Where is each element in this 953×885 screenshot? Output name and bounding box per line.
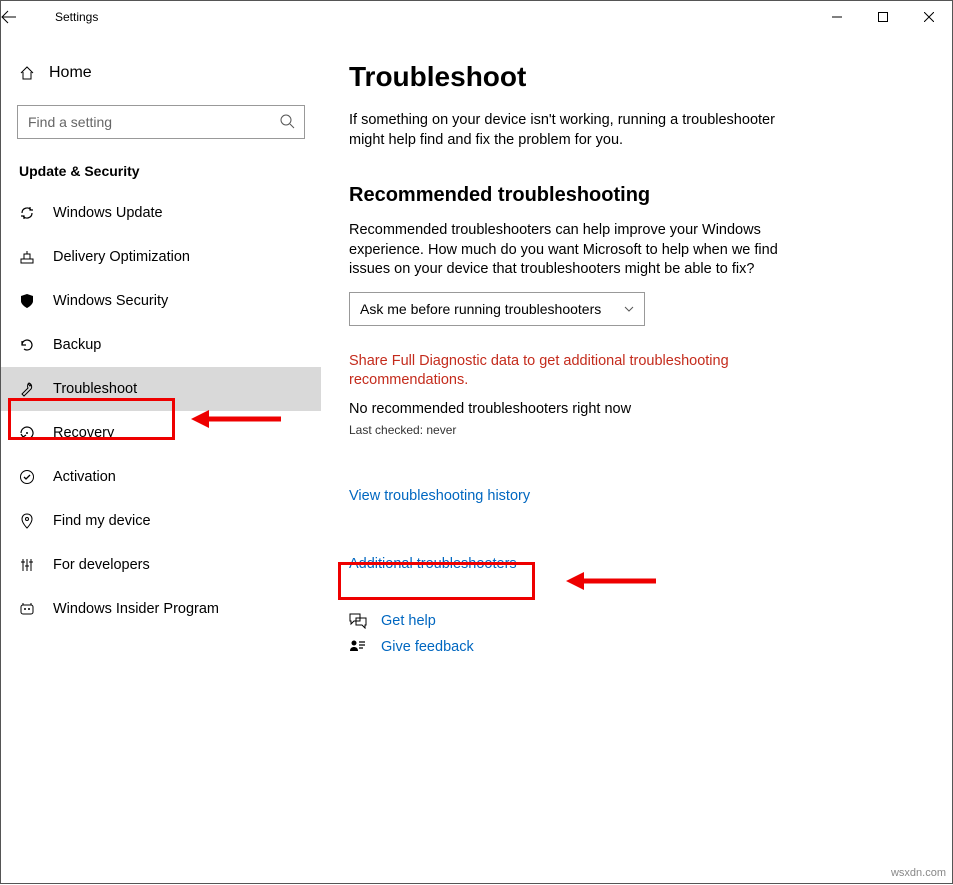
shield-icon [19,293,53,309]
recovery-icon [19,425,53,441]
sidebar-item-troubleshoot[interactable]: Troubleshoot [1,367,321,411]
home-label: Home [49,64,92,82]
additional-troubleshooters-link[interactable]: Additional troubleshooters [349,556,517,572]
chevron-down-icon [624,306,634,312]
close-button[interactable] [906,1,952,33]
sidebar-item-label: Troubleshoot [53,381,137,397]
intro-text: If something on your device isn't workin… [349,111,809,150]
window-title: Settings [49,10,98,24]
home-icon [19,65,49,81]
home-nav[interactable]: Home [1,51,321,95]
view-history-link[interactable]: View troubleshooting history [349,488,530,504]
sidebar-item-backup[interactable]: Backup [1,323,321,367]
section-header: Update & Security [1,157,321,191]
recommended-desc: Recommended troubleshooters can help imp… [349,221,809,280]
sidebar-item-label: Find my device [53,513,151,529]
minimize-button[interactable] [814,1,860,33]
location-icon [19,513,53,529]
get-help-link[interactable]: Get help [381,613,436,629]
backup-icon [19,337,53,353]
diagnostic-warning: Share Full Diagnostic data to get additi… [349,352,789,391]
sidebar-item-find-my-device[interactable]: Find my device [1,499,321,543]
maximize-button[interactable] [860,1,906,33]
search-wrap [17,105,305,139]
feedback-icon [349,639,367,655]
sidebar-item-delivery-optimization[interactable]: Delivery Optimization [1,235,321,279]
sidebar-item-windows-security[interactable]: Windows Security [1,279,321,323]
insider-icon [19,601,53,617]
delivery-icon [19,249,53,265]
sidebar-item-label: Delivery Optimization [53,249,190,265]
sidebar-item-for-developers[interactable]: For developers [1,543,321,587]
sidebar-item-label: Activation [53,469,116,485]
wrench-icon [19,381,53,397]
sidebar-item-windows-insider[interactable]: Windows Insider Program [1,587,321,631]
sidebar-item-label: Windows Security [53,293,168,309]
search-input[interactable] [17,105,305,139]
dropdown-value: Ask me before running troubleshooters [360,301,601,317]
give-feedback-link[interactable]: Give feedback [381,639,474,655]
update-icon [19,205,53,221]
sidebar-item-activation[interactable]: Activation [1,455,321,499]
no-recommended-text: No recommended troubleshooters right now [349,401,918,417]
get-help-row[interactable]: Get help [349,613,918,629]
give-feedback-row[interactable]: Give feedback [349,639,918,655]
content-pane: Troubleshoot If something on your device… [321,33,952,885]
developer-icon [19,557,53,573]
back-button[interactable] [1,10,49,24]
sidebar-item-windows-update[interactable]: Windows Update [1,191,321,235]
chat-icon [349,613,367,629]
sidebar-item-label: For developers [53,557,150,573]
titlebar: Settings [1,1,952,33]
watermark: wsxdn.com [891,867,946,879]
sidebar-item-label: Recovery [53,425,114,441]
recommended-heading: Recommended troubleshooting [349,184,918,207]
search-icon [279,113,295,129]
check-circle-icon [19,469,53,485]
sidebar: Home Update & Security Windows Update De… [1,33,321,885]
page-title: Troubleshoot [349,61,918,93]
last-checked-text: Last checked: never [349,423,918,437]
troubleshoot-dropdown[interactable]: Ask me before running troubleshooters [349,292,645,326]
sidebar-item-label: Backup [53,337,101,353]
sidebar-item-label: Windows Insider Program [53,601,219,617]
sidebar-item-label: Windows Update [53,205,163,221]
sidebar-item-recovery[interactable]: Recovery [1,411,321,455]
